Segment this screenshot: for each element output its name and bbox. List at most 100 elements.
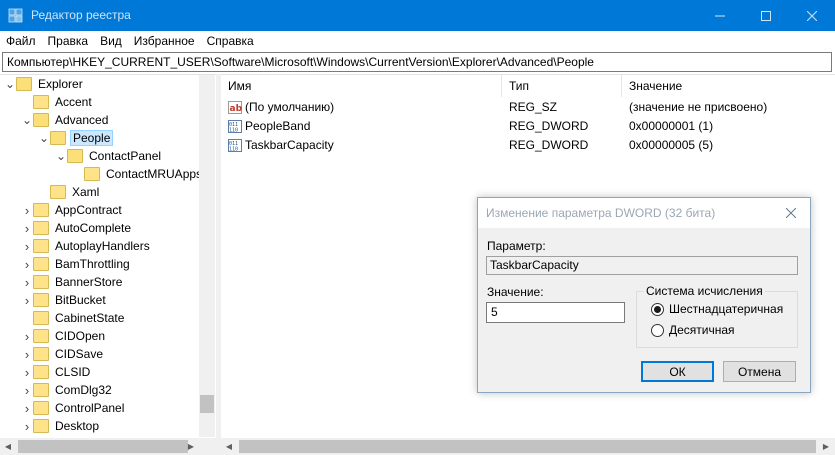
chevron-down-icon[interactable]: ⌄ [4,77,16,91]
tree-item[interactable]: Xaml [38,183,101,201]
tree-item-label: ContactPanel [89,149,162,163]
folder-icon [33,365,49,379]
dialog-close-button[interactable] [778,202,804,224]
folder-icon [33,221,49,235]
column-name-header[interactable]: Имя [221,75,502,97]
menu-view[interactable]: Вид [100,34,122,48]
dialog-titlebar[interactable]: Изменение параметра DWORD (32 бита) [478,198,810,228]
value-row[interactable]: ab (По умолчанию) REG_SZ (значение не присв… [221,98,835,117]
chevron-right-icon[interactable]: › [21,293,33,308]
folder-icon [33,203,49,217]
chevron-down-icon[interactable]: ⌄ [21,113,33,127]
tree-item[interactable]: ⌄ ContactPanel [55,147,163,165]
chevron-right-icon[interactable]: › [21,419,33,434]
value-name: PeopleBand [245,119,311,133]
tree-item[interactable]: › ControlPanel [21,399,126,417]
tree-item-label: BitBucket [55,293,106,307]
param-name-field: TaskbarCapacity [486,256,798,275]
scroll-right-arrow-icon[interactable]: ▶ [818,438,834,455]
menu-favorites[interactable]: Избранное [134,34,195,48]
tree-item-label: ControlPanel [55,401,125,415]
window-title: Редактор реестра [31,8,131,22]
chevron-right-icon[interactable]: › [21,383,33,398]
folder-icon [84,167,100,181]
close-button[interactable] [789,0,835,31]
tree-item-label: People [70,130,114,146]
chevron-right-icon[interactable]: › [21,239,33,254]
window-titlebar[interactable]: Редактор реестра [0,0,835,31]
list-scroll-thumb[interactable] [239,440,816,453]
folder-icon [33,239,49,253]
tree-item[interactable]: › BitBucket [21,291,108,309]
folder-icon [33,95,49,109]
tree-item[interactable]: ContactMRUApps [72,165,204,183]
tree-item[interactable]: › ComDlg32 [21,381,114,399]
folder-icon [33,311,49,325]
chevron-right-icon[interactable]: › [21,401,33,416]
chevron-right-icon[interactable]: › [21,275,33,290]
tree-vertical-scrollbar[interactable] [199,75,215,437]
chevron-down-icon[interactable]: ⌄ [38,131,50,145]
chevron-right-icon[interactable]: › [21,365,33,380]
dialog-title: Изменение параметра DWORD (32 бита) [486,206,716,220]
scroll-left-arrow-icon[interactable]: ◀ [221,438,237,455]
address-bar[interactable]: Компьютер\HKEY_CURRENT_USER\Software\Mic… [2,52,832,72]
chevron-right-icon[interactable]: › [21,203,33,218]
tree-item[interactable]: ⌄ Advanced [21,111,110,129]
svg-text:ab: ab [230,104,243,114]
dec-radio[interactable] [651,323,664,337]
tree-vertical-thumb[interactable] [200,395,214,413]
key-tree[interactable]: ⌄ Explorer Accent ⌄ Advanced ⌄ People ⌄ ContactP… [0,74,216,455]
folder-icon [33,113,49,127]
tree-horizontal-scrollbar[interactable]: ◀ ▶ [0,438,216,455]
scroll-right-arrow-icon[interactable]: ▶ [183,438,199,455]
dec-radio-option[interactable]: Десятичная [651,323,735,337]
menu-edit[interactable]: Правка [48,34,89,48]
param-value-input[interactable]: 5 [486,302,625,323]
chevron-right-icon[interactable]: › [21,221,33,236]
tree-item-label: Xaml [72,185,100,199]
tree-horizontal-thumb[interactable] [18,440,188,453]
column-type-header[interactable]: Тип [502,75,622,97]
tree-item[interactable]: CabinetState [21,309,126,327]
tree-item-label: BamThrottling [55,257,130,271]
list-horizontal-scrollbar[interactable]: ◀ ▶ [221,438,835,455]
hex-radio-option[interactable]: Шестнадцатеричная [651,302,783,316]
svg-text:110: 110 [229,147,238,153]
maximize-button[interactable] [743,0,789,31]
string-value-icon: ab [228,101,243,115]
tree-item[interactable]: › CIDOpen [21,327,107,345]
tree-item-label: AppContract [55,203,122,217]
tree-item[interactable]: Accent [21,93,94,111]
tree-item[interactable]: › BamThrottling [21,255,132,273]
column-value-header[interactable]: Значение [622,75,835,97]
tree-item[interactable]: › CLSID [21,363,92,381]
tree-item[interactable]: › AutoplayHandlers [21,237,152,255]
scroll-left-arrow-icon[interactable]: ◀ [0,438,16,455]
tree-item[interactable]: › AutoComplete [21,219,133,237]
base-groupbox: Система исчисления Шестнадцатеричная Дес… [636,284,798,348]
tree-item[interactable]: › Desktop [21,417,101,435]
tree-item[interactable]: › CIDSave [21,345,105,363]
cancel-button[interactable]: Отмена [723,361,796,382]
chevron-right-icon[interactable]: › [21,347,33,362]
tree-item[interactable]: ⌄ Explorer [4,75,85,93]
value-row[interactable]: 011 110 PeopleBand REG_DWORD 0x00000001 (1) [221,117,835,136]
chevron-right-icon[interactable]: › [21,329,33,344]
tree-item[interactable]: ⌄ People [38,129,114,147]
svg-text:110: 110 [229,128,238,134]
dec-radio-label: Десятичная [669,323,735,337]
chevron-down-icon[interactable]: ⌄ [55,149,67,163]
menu-help[interactable]: Справка [207,34,254,48]
menu-file[interactable]: Файл [6,34,36,48]
hex-radio[interactable] [651,302,664,316]
tree-item-label: ContactMRUApps [106,167,203,181]
minimize-button[interactable] [697,0,743,31]
value-row[interactable]: 011 110 TaskbarCapacity REG_DWORD 0x00000005… [221,136,835,155]
ok-button[interactable]: ОК [641,361,714,382]
tree-item[interactable]: › AppContract [21,201,124,219]
chevron-right-icon[interactable]: › [21,257,33,272]
tree-item[interactable]: › BannerStore [21,273,124,291]
